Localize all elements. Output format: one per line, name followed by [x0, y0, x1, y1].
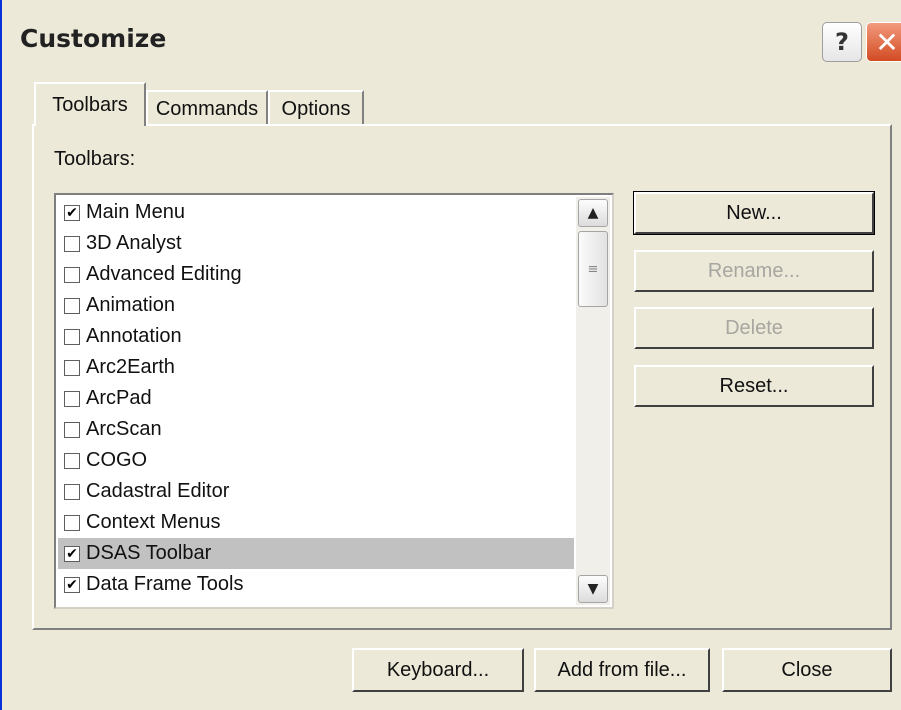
- rename-toolbar-button[interactable]: Rename...: [634, 250, 874, 292]
- button-label: Close: [781, 658, 833, 681]
- dialog-title: Customize: [20, 24, 167, 53]
- list-item-arcscan[interactable]: ArcScan: [58, 414, 574, 445]
- toolbars-listbox[interactable]: ✔ Main Menu 3D Analyst Advanced Editing …: [54, 193, 614, 609]
- list-item-context-menus[interactable]: Context Menus: [58, 507, 574, 538]
- list-item-label: Annotation: [86, 325, 182, 347]
- checkbox[interactable]: ✔: [64, 204, 80, 221]
- checkbox[interactable]: [64, 359, 80, 376]
- list-item-cogo[interactable]: COGO: [58, 445, 574, 476]
- tab-options[interactable]: Options: [268, 90, 364, 126]
- scroll-thumb[interactable]: ≡: [578, 231, 608, 307]
- new-toolbar-button[interactable]: New...: [633, 191, 875, 235]
- button-label: Reset...: [719, 374, 789, 397]
- button-label: Add from file...: [557, 658, 687, 681]
- list-item-label: Data Frame Tools: [86, 573, 244, 595]
- checkbox[interactable]: [64, 452, 80, 469]
- list-item-label: DSAS Toolbar: [86, 542, 212, 564]
- checkbox[interactable]: ✔: [64, 576, 80, 593]
- checkbox[interactable]: ✔: [64, 545, 80, 562]
- tab-label: Toolbars: [52, 93, 128, 116]
- close-button[interactable]: Close: [722, 648, 892, 692]
- delete-toolbar-button[interactable]: Delete: [634, 307, 874, 349]
- list-item-arc2earth[interactable]: Arc2Earth: [58, 352, 574, 383]
- help-button[interactable]: ?: [822, 22, 862, 62]
- checkbox[interactable]: [64, 266, 80, 283]
- list-item-label: ArcPad: [86, 387, 152, 409]
- title-bar[interactable]: Customize ? ✕: [2, 0, 901, 78]
- list-item-label: Context Menus: [86, 511, 221, 533]
- add-from-file-button[interactable]: Add from file...: [534, 648, 710, 692]
- close-window-button[interactable]: ✕: [866, 22, 901, 62]
- customize-dialog: Customize ? ✕ Toolbars Commands Options …: [0, 0, 901, 710]
- list-item-label: ArcScan: [86, 418, 162, 440]
- list-item-annotation[interactable]: Annotation: [58, 321, 574, 352]
- list-item-dsas-toolbar[interactable]: ✔ DSAS Toolbar: [58, 538, 574, 569]
- checkbox[interactable]: [64, 514, 80, 531]
- list-item-label: Cadastral Editor: [86, 480, 230, 502]
- keyboard-button[interactable]: Keyboard...: [352, 648, 524, 692]
- checkbox[interactable]: [64, 297, 80, 314]
- button-label: Keyboard...: [386, 658, 490, 681]
- button-label: Rename...: [707, 259, 801, 282]
- list-item-advanced-editing[interactable]: Advanced Editing: [58, 259, 574, 290]
- list-item-label: Main Menu: [86, 201, 185, 223]
- list-scrollbar[interactable]: ▲ ≡ ▼: [576, 197, 610, 605]
- button-label: Delete: [725, 316, 783, 339]
- tab-label: Options: [281, 97, 351, 120]
- help-icon: ?: [835, 28, 849, 56]
- list-item-animation[interactable]: Animation: [58, 290, 574, 321]
- list-item-main-menu[interactable]: ✔ Main Menu: [58, 197, 574, 228]
- button-label: New...: [726, 201, 782, 224]
- list-item-3d-analyst[interactable]: 3D Analyst: [58, 228, 574, 259]
- grip-icon: ≡: [587, 261, 599, 277]
- tab-commands[interactable]: Commands: [146, 90, 268, 126]
- reset-toolbar-button[interactable]: Reset...: [634, 365, 874, 407]
- tab-toolbars[interactable]: Toolbars: [34, 82, 146, 126]
- scroll-down-button[interactable]: ▼: [578, 575, 608, 603]
- list-item-label: Animation: [86, 294, 175, 316]
- list-item-arcpad[interactable]: ArcPad: [58, 383, 574, 414]
- list-item-label: Advanced Editing: [86, 263, 242, 285]
- chevron-down-icon: ▼: [587, 581, 599, 597]
- list-item-cadastral-editor[interactable]: Cadastral Editor: [58, 476, 574, 507]
- checkbox[interactable]: [64, 328, 80, 345]
- tab-label: Commands: [155, 97, 259, 120]
- list-item-label: COGO: [86, 449, 148, 471]
- list-item-label: Arc2Earth: [86, 356, 175, 378]
- scroll-up-button[interactable]: ▲: [578, 199, 608, 227]
- checkbox[interactable]: [64, 390, 80, 407]
- close-icon: ✕: [875, 25, 899, 59]
- list-item-label: 3D Analyst: [86, 232, 182, 254]
- checkbox[interactable]: [64, 235, 80, 252]
- checkbox[interactable]: [64, 483, 80, 500]
- chevron-up-icon: ▲: [587, 205, 599, 221]
- checkbox[interactable]: [64, 421, 80, 438]
- toolbars-list-label: Toolbars:: [54, 148, 136, 170]
- list-item-data-frame-tools[interactable]: ✔ Data Frame Tools: [58, 569, 574, 600]
